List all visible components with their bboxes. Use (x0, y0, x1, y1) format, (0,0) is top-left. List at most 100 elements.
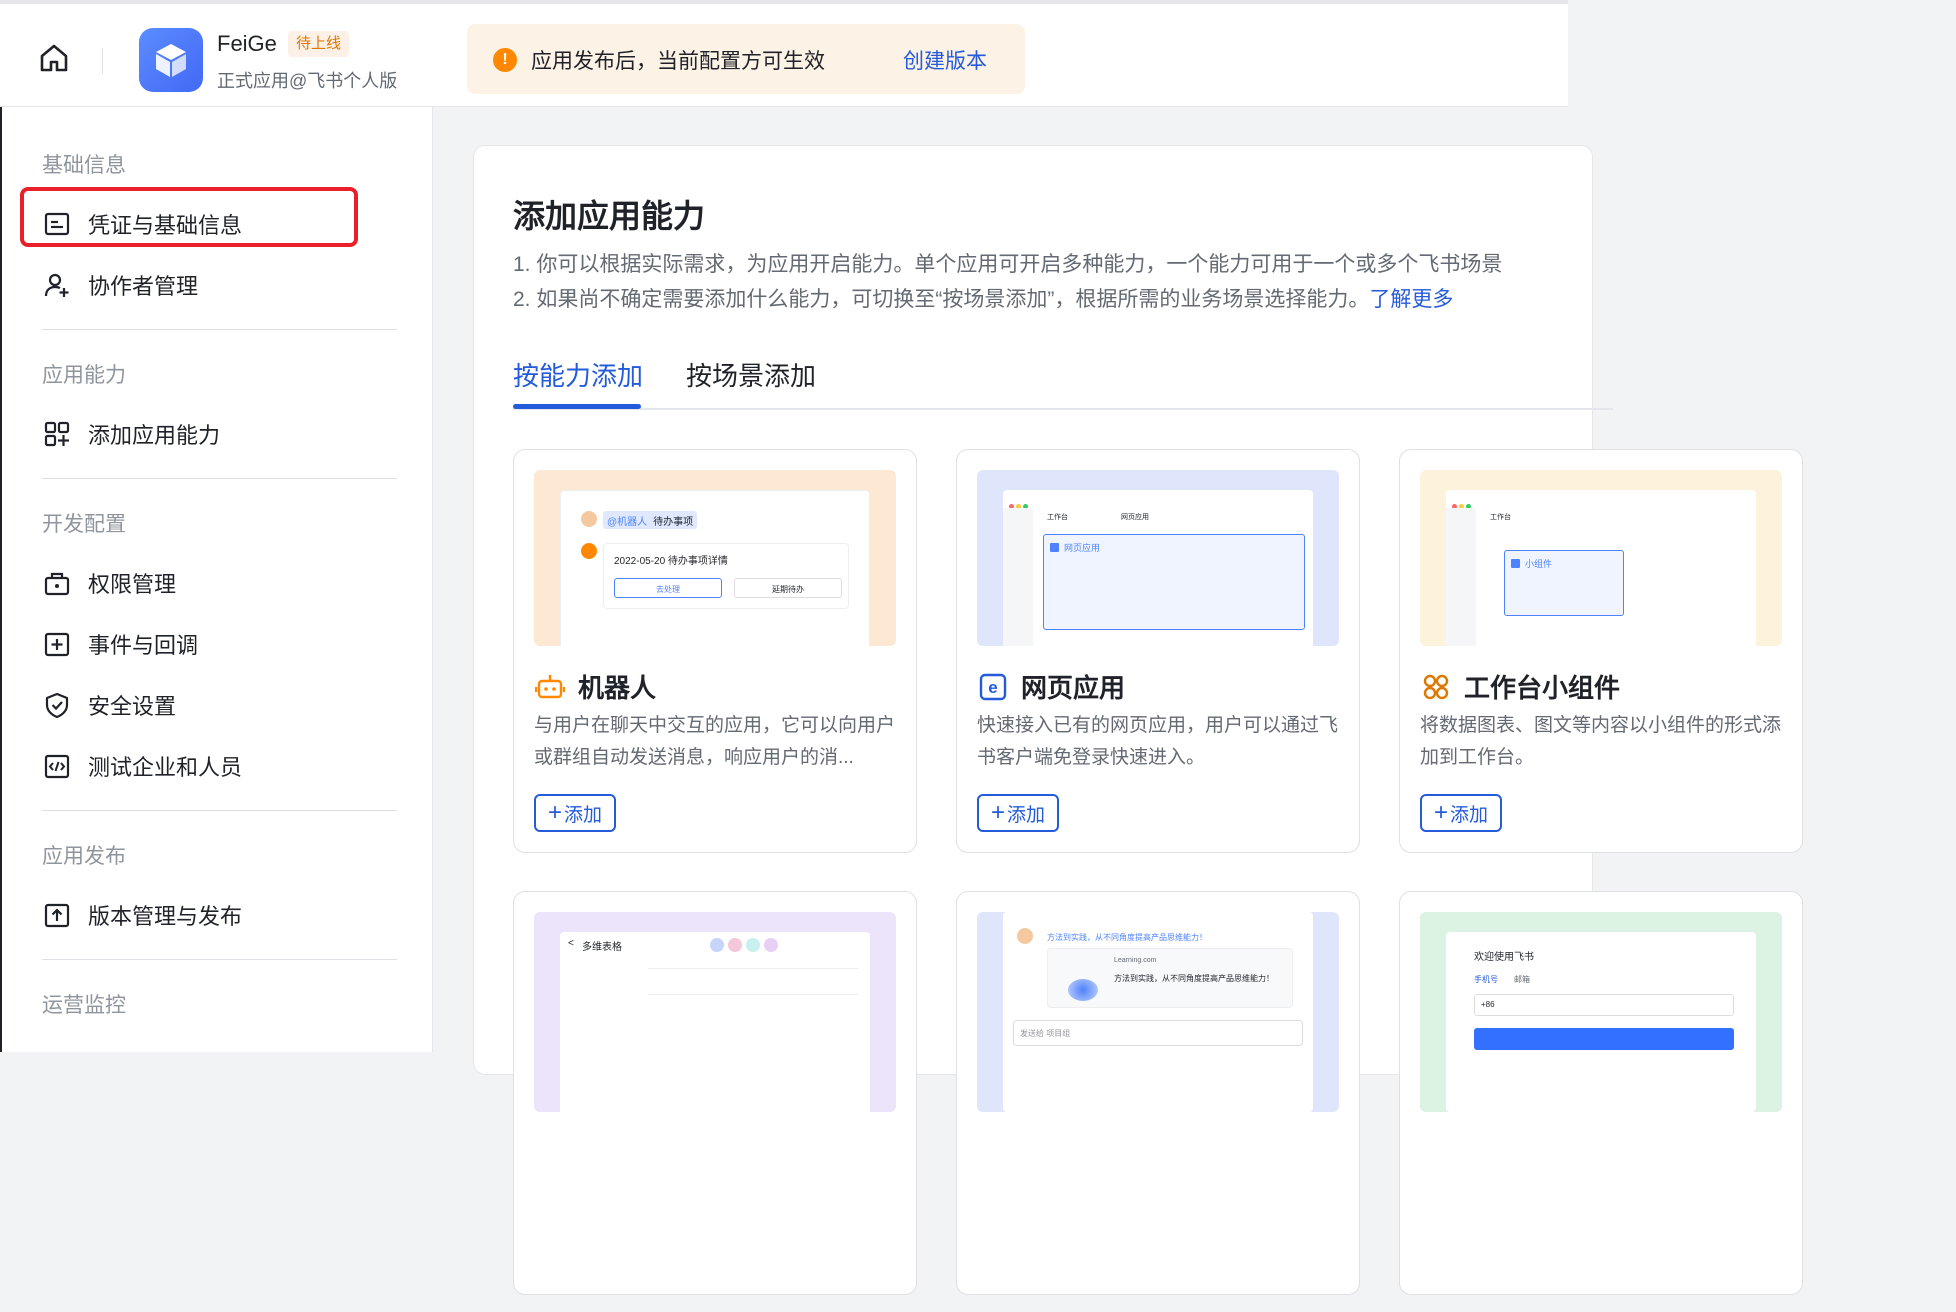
grid-add-icon (42, 419, 72, 449)
sidebar-item-security[interactable]: 安全设置 (42, 685, 176, 725)
login-tab-email: 邮箱 (1514, 975, 1530, 984)
add-label: 添加 (1007, 804, 1046, 826)
widget-icon (1420, 671, 1452, 703)
phone-input: +86 (1474, 994, 1734, 1016)
client-window: 工作台 小组件 (1446, 490, 1756, 646)
top-header: FeiGe 待上线 正式应用@飞书个人版 ! 应用发布后，当前配置方可生效 创建… (0, 0, 1568, 107)
link-description: 方法到实践，从不同角度提高产品思维能力！ (1114, 974, 1274, 983)
add-web-app-button[interactable]: + 添加 (977, 794, 1060, 832)
link-card: Learning.com 方法到实践，从不同角度提高产品思维能力！ (1047, 948, 1293, 1008)
widget-preview-image: 工作台 小组件 (1420, 470, 1782, 646)
sidebar-group-title: 运营监控 (42, 994, 126, 1017)
sidebar-item-events[interactable]: 事件与回调 (42, 624, 198, 664)
bot-avatar (581, 543, 597, 559)
shield-icon (42, 690, 72, 720)
process-text: 去处理 (656, 585, 680, 594)
table-preview-image: < 多维表格 (534, 912, 896, 1112)
login-preview-image: 欢迎使用飞书 手机号 邮箱 +86 (1420, 912, 1782, 1112)
login-tab-phone: 手机号 (1474, 975, 1498, 984)
code-icon (42, 751, 72, 781)
add-widget-button[interactable]: + 添加 (1420, 794, 1503, 832)
sidebar-item-permissions[interactable]: 权限管理 (42, 563, 176, 603)
sidebar-group-title: 基础信息 (42, 154, 126, 177)
sidebar-item-credentials[interactable]: 凭证与基础信息 (42, 204, 242, 244)
learn-more-link[interactable]: 了解更多 (1369, 288, 1453, 311)
sidebar-item-collaborators[interactable]: 协作者管理 (42, 265, 198, 305)
sidebar-item-versions[interactable]: 版本管理与发布 (42, 895, 242, 935)
chat-window: @机器人 待办事项 2022-05-20 待办事项详情 去处理 延期待办 (560, 490, 870, 646)
card-title-text: 工作台小组件 (1464, 673, 1621, 703)
card-title: e 网页应用 (977, 668, 1125, 705)
sidebar-item-label: 权限管理 (88, 572, 177, 597)
app-subtitle: 正式应用@飞书个人版 (217, 71, 398, 91)
link-domain: Learning.com (1114, 957, 1157, 964)
login-title: 欢迎使用飞书 (1474, 952, 1534, 963)
app-logo (139, 28, 203, 92)
message-input: 发送给 项目组 (1013, 1020, 1303, 1046)
capability-card-link-preview: 方法到实践，从不同角度提高产品思维能力！ Learning.com 方法到实践，… (956, 891, 1360, 1295)
mention-tag: @机器人 待办事项 (603, 511, 698, 529)
home-icon[interactable] (34, 38, 74, 78)
card-description: 快速接入已有的网页应用，用户可以通过飞书客户端免登录快速进入。 (977, 715, 1339, 768)
widget-frame: 小组件 (1504, 550, 1624, 616)
web-app-preview-image: 工作台 网页应用 网页应用 (977, 470, 1339, 646)
warning-icon: ! (493, 48, 517, 72)
sidebar-group-title: 应用能力 (42, 364, 126, 387)
web-app-square (1050, 543, 1059, 552)
intro-line-2: 2. 如果尚不确定需要添加什么能力，可切换至“按场景添加”，根据所需的业务场景选… (513, 283, 1453, 313)
table-grid-line (648, 994, 858, 995)
sidebar-item-test-users[interactable]: 测试企业和人员 (42, 746, 242, 786)
add-bot-button[interactable]: + 添加 (534, 794, 617, 832)
back-chevron-icon: < (568, 938, 574, 949)
avatar (1017, 928, 1033, 944)
collaborator-avatars (710, 938, 778, 957)
sidebar-item-label: 测试企业和人员 (88, 755, 243, 780)
table-window: < 多维表格 (560, 932, 870, 1112)
tab-by-capability[interactable]: 按能力添加 (513, 356, 643, 393)
sidebar-item-label: 协作者管理 (88, 274, 199, 299)
input-placeholder: 发送给 项目组 (1020, 1029, 1071, 1038)
header-divider (102, 48, 103, 74)
tab-label: 工作台 (1047, 514, 1068, 521)
card-description: 将数据图表、图文等内容以小组件的形式添加到工作台。 (1420, 715, 1782, 768)
avatar (581, 511, 597, 527)
capability-card-bot: @机器人 待办事项 2022-05-20 待办事项详情 去处理 延期待办 机器人… (513, 449, 917, 853)
notice-text: 应用发布后，当前配置方可生效 (531, 50, 825, 73)
sidebar-group-title: 应用发布 (42, 845, 126, 868)
process-button: 去处理 (614, 578, 722, 598)
bot-message-card: 2022-05-20 待办事项详情 去处理 延期待办 (603, 543, 849, 609)
sidebar-divider (42, 810, 397, 811)
web-app-label: 网页应用 (1064, 543, 1101, 553)
window-dots (1009, 496, 1039, 509)
widget-label: 小组件 (1525, 559, 1553, 569)
app-status-badge: 待上线 (288, 31, 350, 57)
capability-card-table: < 多维表格 (513, 891, 917, 1295)
intro-line-2-text: 2. 如果尚不确定需要添加什么能力，可切换至“按场景添加”，根据所需的业务场景选… (513, 288, 1370, 311)
intro-line-1: 1. 你可以根据实际需求，为应用开启能力。单个应用可开启多种能力，一个能力可用于… (513, 253, 1503, 276)
sidebar-item-label: 添加应用能力 (88, 423, 221, 448)
sidebar-divider (42, 329, 397, 330)
sidebar-group-title: 开发配置 (42, 513, 126, 536)
client-sidebar (1003, 508, 1033, 646)
plus-icon: + (991, 799, 1006, 826)
card-title: 机器人 (534, 668, 656, 705)
svg-text:e: e (988, 678, 997, 697)
web-app-frame: 网页应用 (1043, 534, 1305, 630)
lock-icon (42, 568, 72, 598)
capability-card-web-app: 工作台 网页应用 网页应用 e 网页应用 快速接入已有的网页应用，用户可以通过飞… (956, 449, 1360, 853)
sidebar-item-add-capability[interactable]: 添加应用能力 (42, 414, 220, 454)
sidebar-divider (42, 959, 397, 960)
table-title: 多维表格 (582, 942, 622, 953)
add-label: 添加 (1450, 804, 1489, 826)
postpone-text: 延期待办 (772, 585, 804, 594)
sidebar-item-label: 版本管理与发布 (88, 904, 243, 929)
create-version-link[interactable]: 创建版本 (903, 45, 987, 75)
tab-by-scenario[interactable]: 按场景添加 (686, 356, 816, 393)
robot-icon (534, 671, 566, 703)
table-grid-line (648, 968, 858, 969)
bot-preview-image: @机器人 待办事项 2022-05-20 待办事项详情 去处理 延期待办 (534, 470, 896, 646)
card-description: 与用户在聊天中交互的应用，它可以向用户或群组自动发送消息，响应用户的消... (534, 715, 896, 768)
tab-label: 工作台 (1490, 514, 1511, 521)
sidebar-item-label: 凭证与基础信息 (88, 213, 243, 238)
chat-window: 方法到实践，从不同角度提高产品思维能力！ Learning.com 方法到实践，… (1003, 912, 1313, 1112)
